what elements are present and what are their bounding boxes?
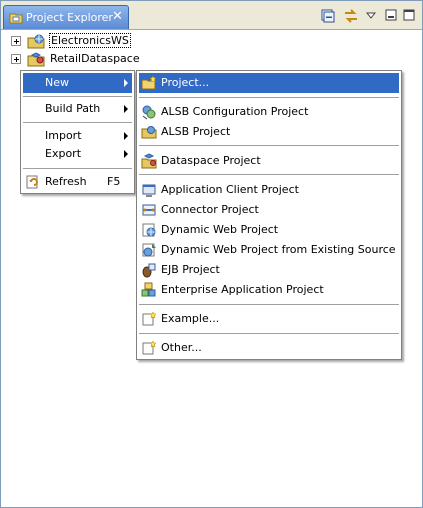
menu-separator [139, 97, 399, 98]
menu-separator [139, 174, 399, 175]
menu-item-label: Dataspace Project [161, 154, 261, 167]
menu-item-import[interactable]: Import [23, 126, 132, 146]
menu-separator [23, 168, 132, 169]
dataspace-project-icon [141, 153, 157, 176]
menu-separator [23, 122, 132, 123]
menu-item-label: Connector Project [161, 203, 259, 216]
menu-item-label: Enterprise Application Project [161, 283, 324, 296]
menu-item-dataspace-project[interactable]: Dataspace Project [139, 151, 399, 171]
menu-item-other[interactable]: Other... [139, 338, 399, 358]
minimize-icon[interactable] [385, 9, 397, 24]
menu-item-alsb-configuration-project[interactable]: ALSB Configuration Project [139, 102, 399, 122]
project-explorer-icon [9, 11, 23, 28]
menu-item-label: Project... [161, 76, 210, 89]
tab-title: Project Explorer [26, 11, 113, 24]
menu-item-project[interactable]: Project... [139, 73, 399, 93]
example-icon [141, 311, 157, 334]
menu-item-export[interactable]: Export [23, 144, 132, 164]
menu-item-label: ALSB Project [161, 125, 231, 138]
menu-item-new[interactable]: New [23, 73, 132, 93]
menu-item-label: Application Client Project [161, 183, 299, 196]
context-menu: New Build Path Import Export Refresh F5 [20, 70, 135, 194]
menu-separator [23, 96, 132, 97]
project-explorer-tab[interactable]: Project Explorer ✕ [3, 5, 129, 29]
expand-icon[interactable] [11, 54, 21, 64]
menu-separator [139, 304, 399, 305]
menu-item-label: Import [45, 129, 82, 142]
menu-item-label: Export [45, 147, 82, 160]
alsb-project-icon [141, 124, 157, 147]
menu-item-label: EJB Project [161, 263, 220, 276]
menu-item-dynamic-web-project-existing[interactable]: Dynamic Web Project from Existing Source [139, 240, 399, 260]
tree-item-label: ElectronicsWS [49, 33, 131, 48]
submenu-arrow-icon [124, 79, 128, 87]
menu-item-label: Dynamic Web Project from Existing Source [161, 243, 396, 256]
menu-item-dynamic-web-project[interactable]: Dynamic Web Project [139, 220, 399, 240]
close-icon[interactable]: ✕ [112, 9, 123, 24]
submenu-arrow-icon [124, 105, 128, 113]
menu-item-connector-project[interactable]: Connector Project [139, 200, 399, 220]
collapse-all-icon[interactable] [321, 9, 335, 26]
refresh-icon [25, 174, 41, 197]
view-menu-icon[interactable] [365, 10, 377, 23]
view-toolbar: Project Explorer ✕ [1, 1, 422, 30]
menu-item-alsb-project[interactable]: ALSB Project [139, 122, 399, 142]
expand-icon[interactable] [11, 36, 21, 46]
submenu-arrow-icon [124, 132, 128, 140]
submenu-arrow-icon [124, 150, 128, 158]
menu-item-enterprise-application-project[interactable]: Enterprise Application Project [139, 280, 399, 300]
ear-icon [141, 282, 157, 305]
menu-separator [139, 333, 399, 334]
menu-item-accelerator: F5 [107, 175, 121, 188]
menu-item-refresh[interactable]: Refresh F5 [23, 172, 132, 192]
new-project-icon [141, 75, 157, 98]
menu-item-build-path[interactable]: Build Path [23, 99, 132, 119]
tree-item-label: RetailDataspace [50, 52, 140, 65]
web-service-project-icon [27, 33, 45, 52]
menu-item-label: New [45, 76, 69, 89]
menu-separator [139, 145, 399, 146]
menu-item-example[interactable]: Example... [139, 309, 399, 329]
menu-item-ejb-project[interactable]: EJB Project [139, 260, 399, 280]
menu-item-label: Example... [161, 312, 220, 325]
menu-item-label: Dynamic Web Project [161, 223, 279, 236]
dataspace-project-icon [27, 51, 45, 70]
new-submenu: Project... ALSB Configuration Project AL… [136, 70, 402, 360]
menu-item-label: ALSB Configuration Project [161, 105, 309, 118]
menu-item-label: Other... [161, 341, 202, 354]
maximize-icon[interactable] [403, 9, 415, 24]
menu-item-label: Build Path [45, 102, 101, 115]
link-with-editor-icon[interactable] [343, 9, 359, 26]
menu-item-label: Refresh [45, 175, 87, 188]
other-wizard-icon [141, 340, 157, 363]
menu-item-application-client-project[interactable]: Application Client Project [139, 180, 399, 200]
